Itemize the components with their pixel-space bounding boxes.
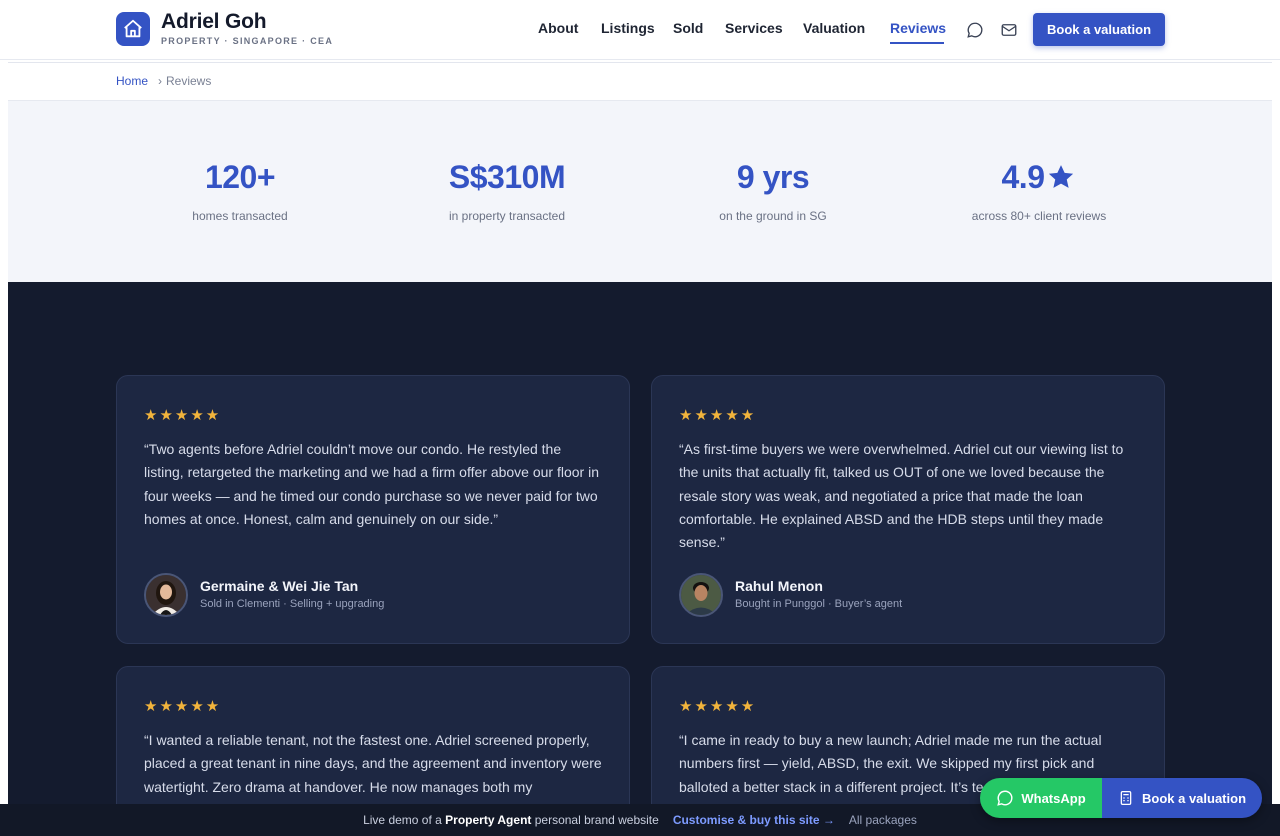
stat-label: across 80+ client reviews [971, 209, 1107, 223]
brand-subtitle: PROPERTY · SINGAPORE · CEA [161, 36, 334, 46]
rating-stars: ★★★★★ [144, 698, 222, 715]
reviewer-meta: Sold in Clementi · Selling + upgrading [200, 598, 385, 610]
house-icon [124, 19, 142, 38]
calculator-icon [1120, 791, 1132, 805]
demo-bar-suffix: personal brand website [534, 813, 659, 827]
customise-link[interactable]: Customise & buy this site → [673, 813, 835, 827]
floating-book-valuation-button[interactable]: Book a valuation [1102, 778, 1262, 818]
stat-homes: 120+ homes transacted [120, 157, 360, 224]
all-packages-link[interactable]: All packages [849, 813, 917, 827]
rating-stars: ★★★★★ [679, 407, 757, 424]
brand-name[interactable]: Adriel Goh [161, 10, 267, 34]
rating-stars: ★★★★★ [144, 407, 222, 424]
reviews-section: ★★★★★ “Two agents before Adriel couldn’t… [8, 282, 1272, 836]
whatsapp-label: WhatsApp [1021, 790, 1086, 806]
nav-about[interactable]: About [538, 20, 578, 40]
breadcrumb-separator: › [158, 74, 162, 88]
nav-reviews[interactable]: Reviews [890, 20, 946, 40]
stats-band: 120+ homes transacted S$310M in property… [8, 101, 1272, 282]
nav-sold[interactable]: Sold [673, 20, 703, 40]
whatsapp-button[interactable]: WhatsApp [980, 778, 1102, 818]
reviewer-meta: Bought in Punggol · Buyer’s agent [735, 598, 903, 610]
review-card: ★★★★★ “As first-time buyers we were over… [651, 375, 1165, 644]
nav-services[interactable]: Services [725, 20, 783, 40]
floating-cta-group: WhatsApp Book a valuation [980, 778, 1262, 818]
reviewer-name: Rahul Menon [735, 578, 823, 594]
mail-button[interactable] [1000, 21, 1018, 39]
stat-value: 4.9 [1001, 158, 1045, 195]
site-header: Adriel Goh PROPERTY · SINGAPORE · CEA Ab… [0, 0, 1280, 60]
whatsapp-icon [997, 790, 1013, 806]
stat-rating: 4.9 across 80+ client reviews [919, 157, 1159, 224]
demo-bar-text: Live demo of a Property Agent personal b… [363, 813, 659, 827]
breadcrumb-home-link[interactable]: Home [116, 74, 148, 88]
breadcrumb-current: Reviews [166, 74, 212, 88]
chat-button[interactable] [966, 21, 984, 39]
stat-value: 9 yrs [736, 158, 810, 195]
nav-valuation[interactable]: Valuation [803, 20, 865, 40]
stat-label: in property transacted [448, 209, 566, 223]
logo[interactable] [116, 12, 150, 46]
review-quote: “Two agents before Adriel couldn’t move … [144, 441, 599, 527]
reviewer-name: Germaine & Wei Jie Tan [200, 578, 359, 594]
mail-icon [1001, 24, 1017, 36]
review-card: ★★★★★ “Two agents before Adriel couldn’t… [116, 375, 630, 644]
stat-value-row: 4.9 [919, 157, 1159, 197]
chat-bubble-icon [967, 22, 983, 38]
book-valuation-button[interactable]: Book a valuation [1033, 13, 1165, 46]
avatar [679, 573, 723, 617]
book-valuation-label: Book a valuation [1141, 790, 1247, 806]
stat-value: 120+ [204, 158, 276, 195]
stat-value: S$310M [448, 158, 566, 195]
stat-label: homes transacted [192, 209, 288, 223]
nav-listings[interactable]: Listings [601, 20, 655, 40]
stat-label: on the ground in SG [719, 209, 827, 223]
review-quote: “I wanted a reliable tenant, not the fas… [144, 732, 602, 795]
nav-active-underline [890, 42, 944, 44]
rating-stars: ★★★★★ [679, 698, 757, 715]
demo-bar-prefix: Live demo of a [363, 813, 442, 827]
stat-volume: S$310M in property transacted [387, 157, 627, 224]
demo-bar-bold: Property Agent [445, 813, 532, 827]
review-quote: “As first-time buyers we were overwhelme… [679, 441, 1124, 551]
breadcrumb: Home › Reviews [8, 63, 1272, 101]
star-icon [1049, 165, 1074, 188]
avatar [144, 573, 188, 617]
stat-years: 9 yrs on the ground in SG [653, 157, 893, 224]
